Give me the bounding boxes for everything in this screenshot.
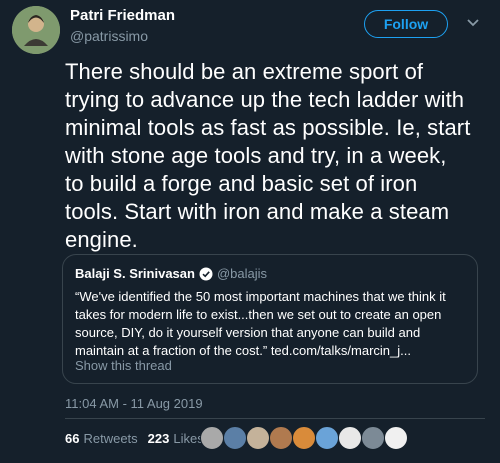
liker-avatar-6-icon[interactable]	[315, 426, 339, 450]
author-handle[interactable]: @patrissimo	[70, 28, 148, 44]
liker-avatar-4-icon[interactable]	[269, 426, 293, 450]
author-avatar[interactable]	[12, 6, 60, 54]
liker-avatars	[200, 426, 408, 450]
follow-button[interactable]: Follow	[364, 10, 448, 38]
quoted-author-handle: @balajis	[216, 266, 268, 281]
tweet-timestamp[interactable]: 11:04 AM - 11 Aug 2019	[65, 396, 203, 411]
tweet-stats: 66 Retweets 223 Likes	[65, 431, 214, 446]
verified-badge-icon	[199, 267, 213, 281]
quoted-tweet-text: “We've identified the 50 most important …	[75, 289, 446, 358]
liker-avatar-9-icon[interactable]	[384, 426, 408, 450]
author-name[interactable]: Patri Friedman	[70, 7, 175, 24]
avatar-photo-icon	[12, 6, 60, 54]
tweet-text: There should be an extreme sport of tryi…	[65, 59, 471, 252]
quoted-tweet[interactable]: Balaji S. Srinivasan @balajis “We've ide…	[62, 254, 478, 384]
chevron-down-icon[interactable]	[464, 14, 482, 32]
tweet-card: Patri Friedman @patrissimo Follow There …	[0, 0, 500, 463]
quoted-tweet-header: Balaji S. Srinivasan @balajis	[75, 266, 267, 281]
quoted-author-name: Balaji S. Srinivasan	[75, 266, 195, 281]
liker-avatar-3-icon[interactable]	[246, 426, 270, 450]
liker-avatar-2-icon[interactable]	[223, 426, 247, 450]
liker-avatar-7-icon[interactable]	[338, 426, 362, 450]
liker-avatar-8-icon[interactable]	[361, 426, 385, 450]
liker-avatar-1-icon[interactable]	[200, 426, 224, 450]
divider	[65, 418, 485, 419]
show-thread-link[interactable]: Show this thread	[75, 358, 172, 373]
liker-avatar-5-icon[interactable]	[292, 426, 316, 450]
retweets-label[interactable]: Retweets	[83, 431, 137, 446]
retweet-count[interactable]: 66	[65, 431, 79, 446]
like-count[interactable]: 223	[148, 431, 170, 446]
